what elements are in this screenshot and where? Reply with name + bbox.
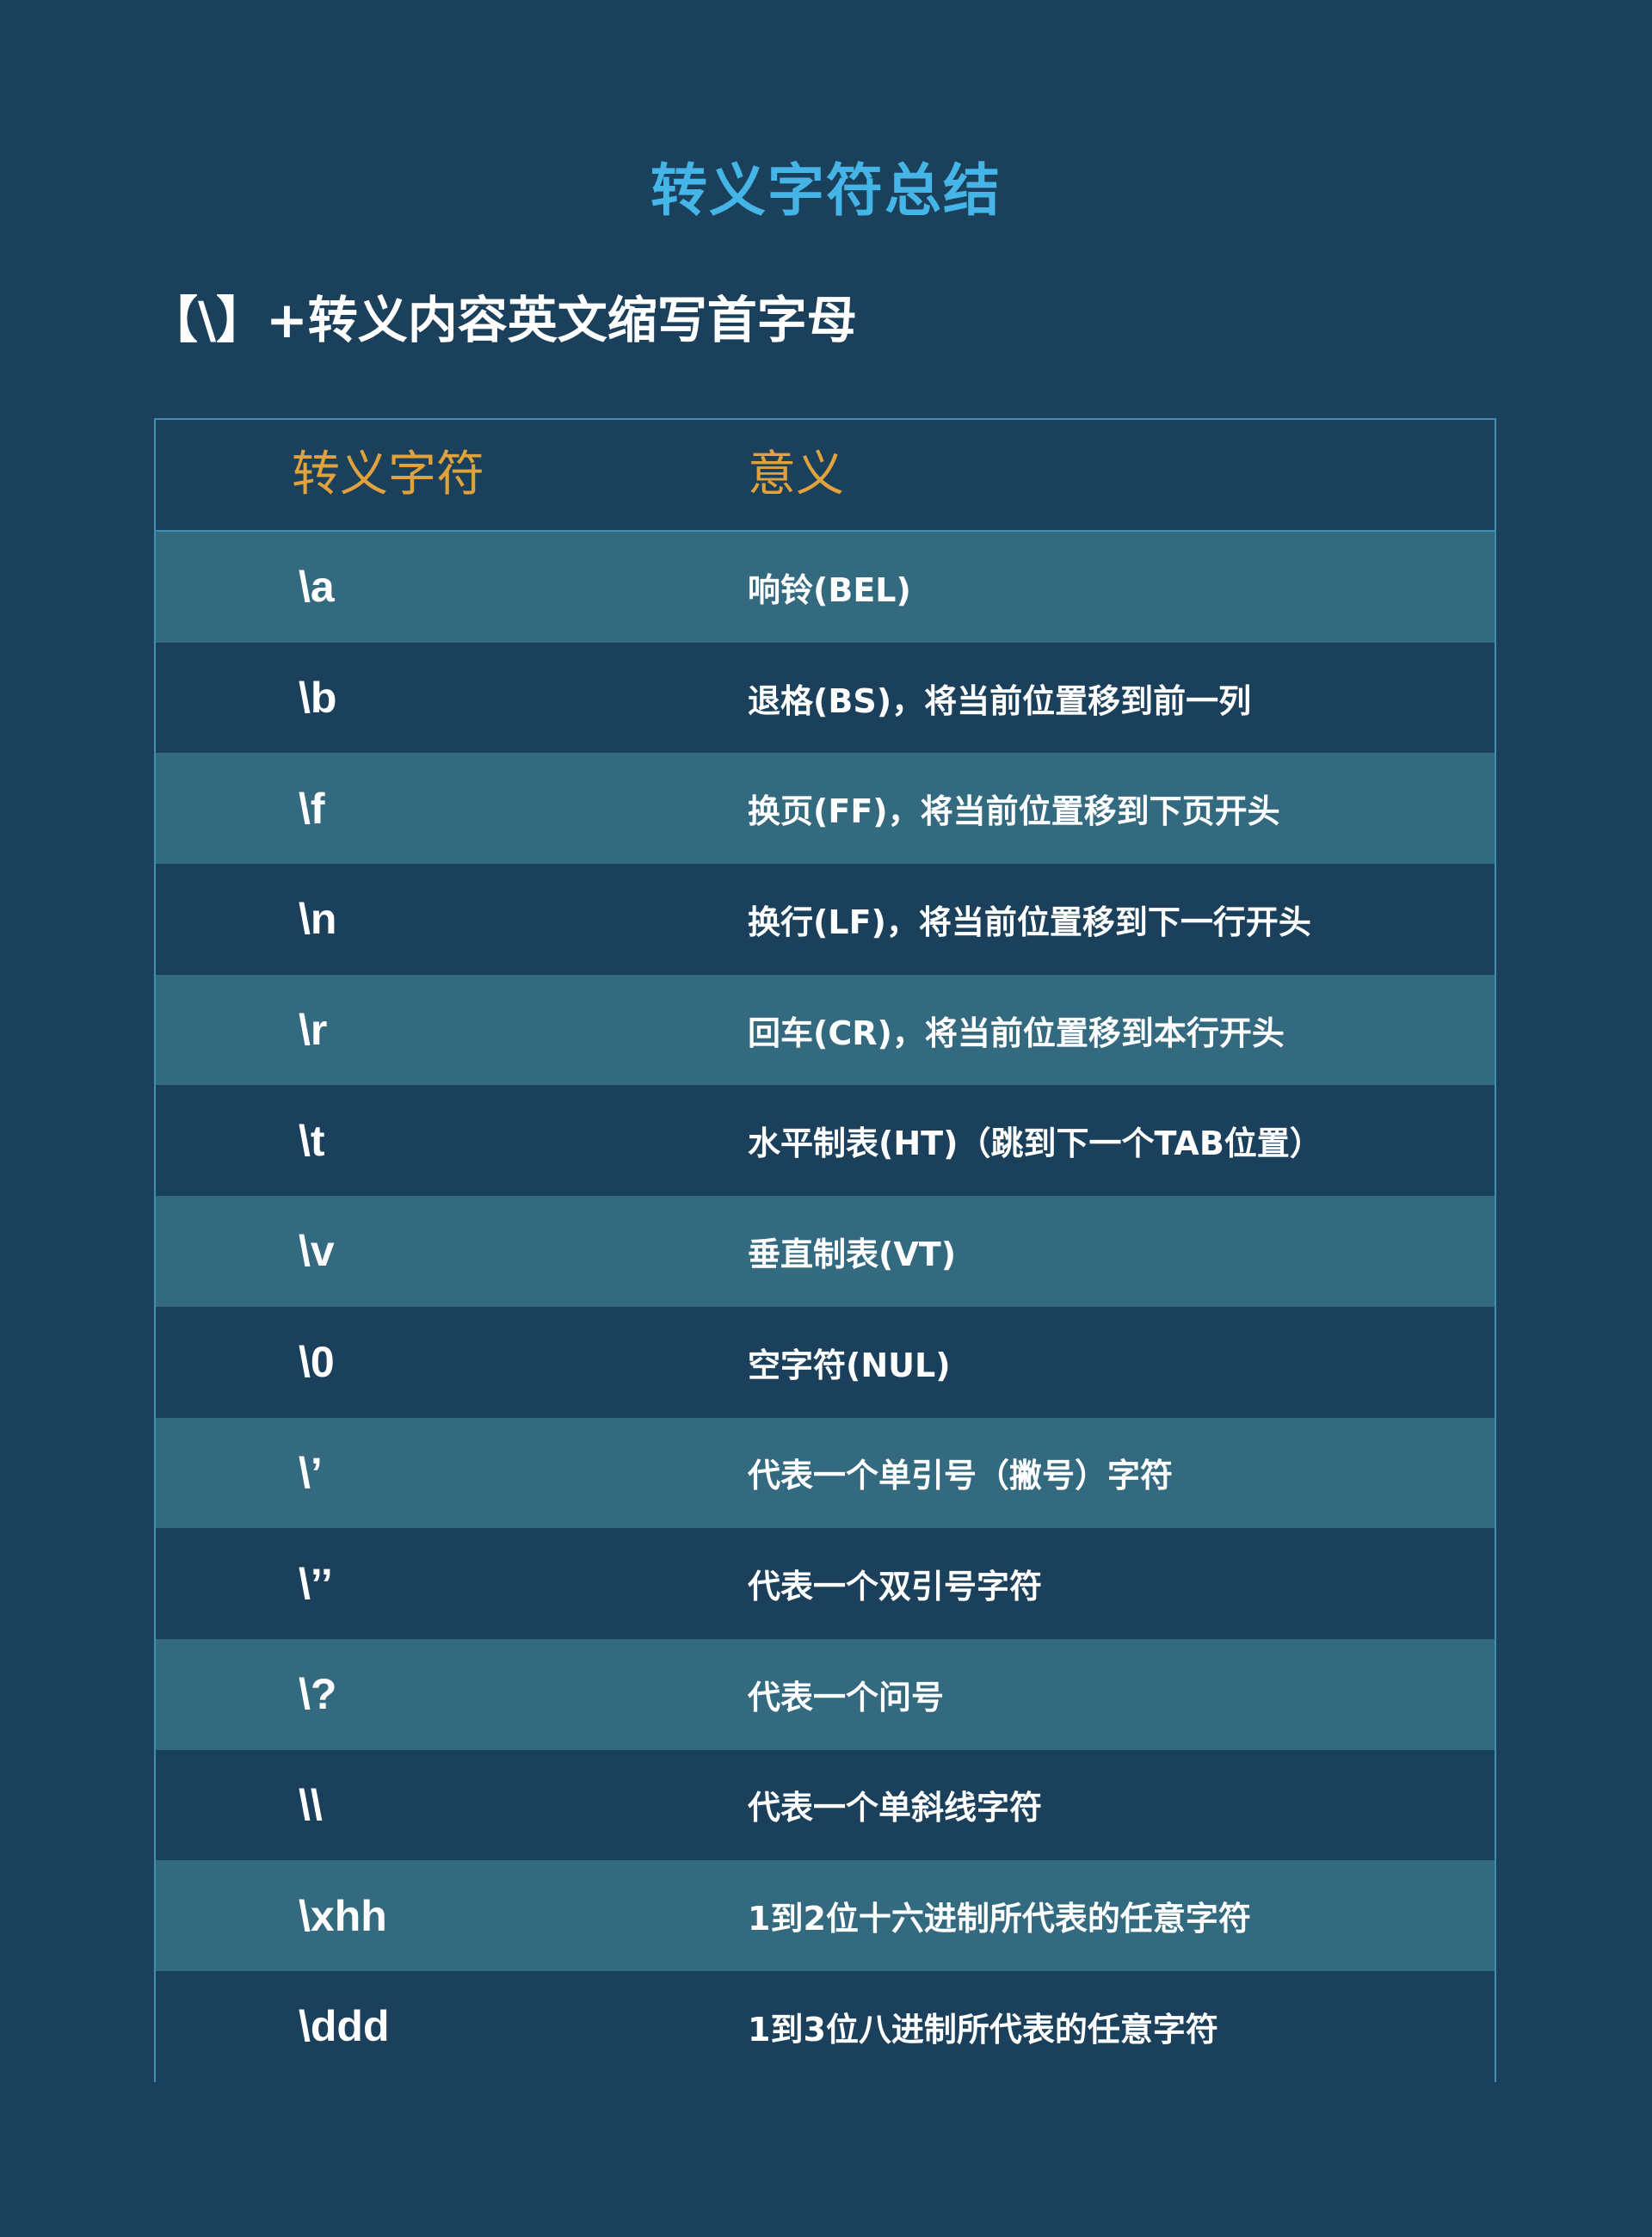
meaning-cell: 换行(LF)，将当前位置移到下一行开头	[748, 903, 1311, 941]
meaning-cell: 1到2位十六进制所代表的任意字符	[748, 1900, 1251, 1938]
escape-cell: \\	[299, 1780, 323, 1829]
escape-cell: \’	[299, 1448, 323, 1497]
escape-cell: \0	[299, 1338, 335, 1387]
escape-cell: \’’	[299, 1559, 333, 1608]
escape-cell: \ddd	[299, 2002, 390, 2051]
meaning-cell: 空字符(NUL)	[748, 1346, 951, 1384]
meaning-cell: 垂直制表(VT)	[748, 1235, 957, 1273]
meaning-cell: 换页(FF)，将当前位置移到下页开头	[748, 792, 1280, 831]
escape-table: 转义字符 意义 \a 响铃(BEL) \b 退格(BS)，将当前位置移到前一列 …	[154, 418, 1496, 2082]
table-row: \t 水平制表(HT)（跳到下一个TAB位置）	[156, 1085, 1495, 1197]
table-row: \f 换页(FF)，将当前位置移到下页开头	[156, 753, 1495, 865]
table-body: \a 响铃(BEL) \b 退格(BS)，将当前位置移到前一列 \f 换页(FF…	[156, 532, 1495, 2082]
meaning-cell: 代表一个双引号字符	[748, 1568, 1043, 1606]
meaning-cell: 代表一个问号	[748, 1678, 945, 1716]
table-row: \’’ 代表一个双引号字符	[156, 1528, 1495, 1639]
escape-cell: \?	[299, 1670, 337, 1719]
page-title: 转义字符总结	[650, 157, 1002, 224]
meaning-cell: 退格(BS)，将当前位置移到前一列	[748, 681, 1252, 720]
table-row: \v 垂直制表(VT)	[156, 1196, 1495, 1307]
escape-cell: \n	[299, 895, 337, 944]
table-row: \b 退格(BS)，将当前位置移到前一列	[156, 642, 1495, 754]
table-row: \xhh 1到2位十六进制所代表的任意字符	[156, 1860, 1495, 1971]
escape-cell: \f	[299, 784, 325, 833]
escape-cell: \v	[299, 1227, 335, 1276]
table-row: \’ 代表一个单引号（撇号）字符	[156, 1417, 1495, 1529]
meaning-cell: 水平制表(HT)（跳到下一个TAB位置）	[748, 1125, 1322, 1163]
meaning-cell: 1到3位八进制所代表的任意字符	[748, 2010, 1218, 2049]
table-row: \r 回车(CR)，将当前位置移到本行开头	[156, 974, 1495, 1086]
table-row: \0 空字符(NUL)	[156, 1306, 1495, 1418]
escape-cell: \b	[299, 674, 337, 723]
meaning-cell: 回车(CR)，将当前位置移到本行开头	[748, 1014, 1285, 1052]
header-escape-char: 转义字符	[292, 447, 484, 502]
meaning-cell: 代表一个单引号（撇号）字符	[748, 1457, 1174, 1495]
escape-cell: \t	[299, 1116, 325, 1165]
escape-cell: \xhh	[299, 1891, 387, 1940]
page-subtitle: 【\】+转义内容英文缩写首字母	[148, 291, 857, 349]
meaning-cell: 响铃(BEL)	[748, 570, 911, 609]
meaning-cell: 代表一个单斜线字符	[748, 1789, 1043, 1827]
table-row: \ddd 1到3位八进制所代表的任意字符	[156, 1970, 1495, 2082]
header-meaning: 意义	[748, 447, 844, 502]
table-header: 转义字符 意义	[156, 420, 1495, 532]
table-row: \\ 代表一个单斜线字符	[156, 1749, 1495, 1861]
table-row: \? 代表一个问号	[156, 1638, 1495, 1750]
escape-cell: \a	[299, 563, 335, 612]
escape-cell: \r	[299, 1006, 328, 1055]
table-row: \n 换行(LF)，将当前位置移到下一行开头	[156, 864, 1495, 975]
table-row: \a 响铃(BEL)	[156, 532, 1495, 643]
